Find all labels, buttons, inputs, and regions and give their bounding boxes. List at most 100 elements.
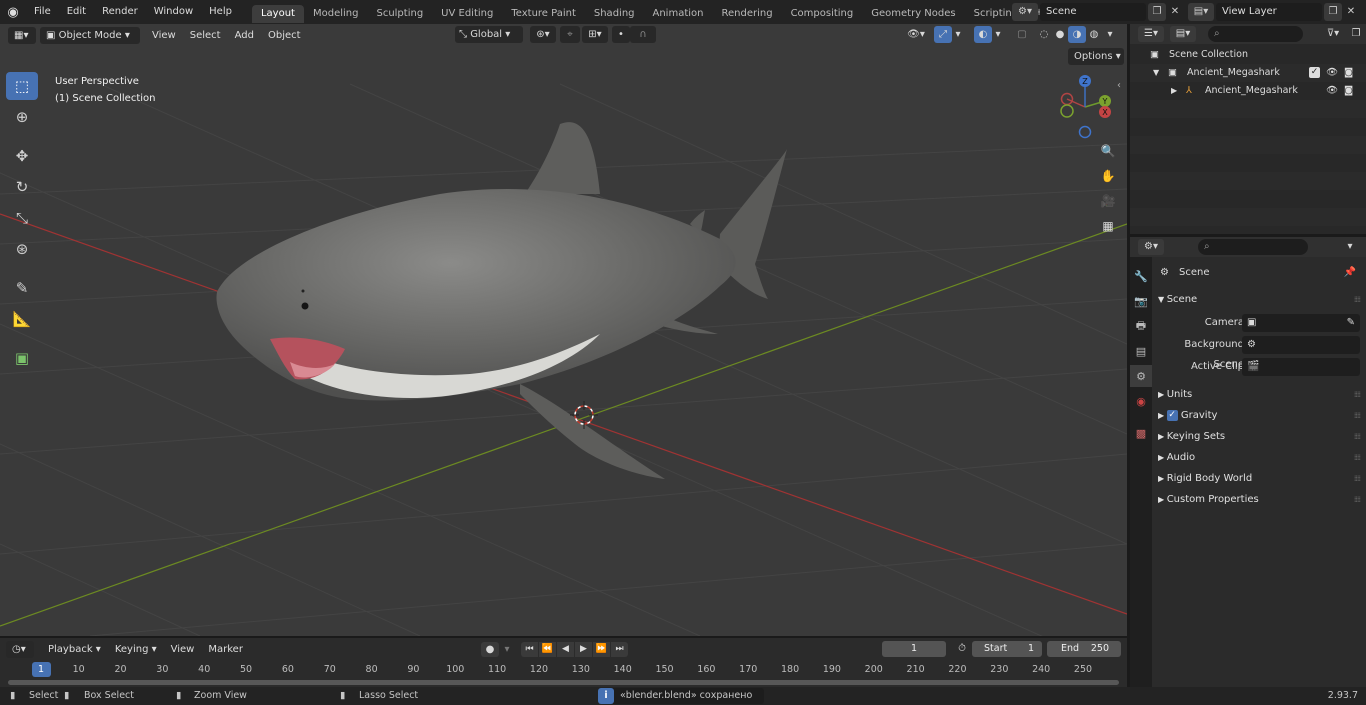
- select-box-tool-icon[interactable]: ⬚: [6, 72, 38, 100]
- expand-arrow-icon[interactable]: ▶: [1171, 82, 1177, 100]
- transform-orientation-dropdown[interactable]: ⤡ Global ▾: [455, 26, 523, 43]
- object-menu[interactable]: Object: [262, 27, 307, 44]
- tab-sculpting[interactable]: Sculpting: [367, 5, 432, 23]
- rotate-tool-icon[interactable]: ↻: [6, 173, 38, 201]
- menu-render[interactable]: Render: [94, 0, 146, 24]
- properties-editor-type-icon[interactable]: ⚙▾: [1138, 239, 1164, 255]
- gizmo-dropdown-icon[interactable]: ▾: [952, 26, 964, 43]
- world-tab-icon[interactable]: ◉: [1130, 390, 1152, 412]
- blender-logo-icon[interactable]: ◉: [0, 5, 26, 20]
- select-menu[interactable]: Select: [184, 27, 227, 44]
- gravity-checkbox[interactable]: ✓: [1166, 409, 1178, 421]
- record-options-icon[interactable]: ▾: [500, 642, 514, 657]
- shading-dropdown-icon[interactable]: ▾: [1104, 26, 1116, 43]
- current-frame-field[interactable]: 1: [882, 641, 946, 657]
- scale-tool-icon[interactable]: ⤡: [6, 204, 38, 232]
- add-menu[interactable]: Add: [229, 27, 260, 44]
- transform-tool-icon[interactable]: ⊛: [6, 235, 38, 263]
- stopwatch-icon[interactable]: ⏱: [954, 641, 970, 657]
- scene-panel-header[interactable]: ▼ Scene ⁞⁞⁞⁞: [1152, 289, 1366, 310]
- camera-render-icon[interactable]: ◙: [1344, 64, 1353, 82]
- viewport-scene[interactable]: Z Y X: [0, 24, 1127, 636]
- keying-menu[interactable]: Keying ▾: [109, 641, 163, 658]
- timeline-scrollbar[interactable]: [8, 680, 1119, 685]
- menu-help[interactable]: Help: [201, 0, 240, 24]
- properties-search-input[interactable]: ⌕: [1198, 239, 1308, 255]
- zoom-view-icon[interactable]: 🔍: [1097, 140, 1119, 162]
- status-message[interactable]: i «blender.blend» сохранено: [598, 688, 765, 704]
- 3d-viewport[interactable]: Z Y X ▦▾ ▣ Object Mode ▾ View Select Add…: [0, 24, 1127, 636]
- display-mode-icon[interactable]: ▤▾: [1170, 26, 1196, 42]
- view-layer-tab-icon[interactable]: ▤: [1130, 340, 1152, 362]
- marker-menu[interactable]: Marker: [202, 641, 249, 658]
- frame-ruler[interactable]: 1 10 20 30 40 50 60 70 80 90 100 110 120 130 140 150 160…: [0, 662, 1127, 678]
- add-cube-tool-icon[interactable]: ▣: [6, 344, 38, 372]
- texture-tab-icon[interactable]: ▩: [1130, 422, 1152, 444]
- tab-geometry-nodes[interactable]: Geometry Nodes: [862, 5, 964, 23]
- drag-handle-icon[interactable]: ⁞⁞⁞⁞: [1354, 289, 1361, 310]
- properties-options-icon[interactable]: ▾: [1340, 239, 1360, 255]
- object-mode-dropdown[interactable]: ▣ Object Mode ▾: [40, 26, 140, 44]
- delete-view-layer-icon[interactable]: ✕: [1342, 3, 1360, 21]
- outliner-row-collection[interactable]: ▼ ▣ Ancient_Megashark ✓ 👁 ◙: [1130, 64, 1366, 82]
- render-tab-icon[interactable]: 📷: [1130, 290, 1152, 312]
- snap-settings-button[interactable]: ⊞▾: [582, 26, 608, 43]
- output-tab-icon[interactable]: 🖶: [1130, 315, 1152, 337]
- gizmo-toggle-icon[interactable]: ⤢: [934, 26, 952, 43]
- new-scene-icon[interactable]: ❐: [1148, 3, 1166, 21]
- view-layer-selector[interactable]: View Layer: [1216, 3, 1322, 21]
- units-panel-header[interactable]: ▶ Units ⁞⁞⁞⁞: [1152, 384, 1366, 405]
- options-dropdown[interactable]: Options ▾: [1068, 48, 1124, 65]
- record-button[interactable]: ●: [481, 642, 499, 657]
- menu-edit[interactable]: Edit: [59, 0, 94, 24]
- drag-handle-icon[interactable]: ⁞⁞⁞⁞: [1354, 468, 1361, 489]
- visibility-dropdown[interactable]: 👁▾: [902, 26, 930, 43]
- tool-tab-icon[interactable]: 🔧: [1130, 265, 1152, 287]
- outliner-row-object[interactable]: ▶ ⅄ Ancient_Megashark 👁 ◙: [1130, 82, 1366, 100]
- outliner-row-scene-collection[interactable]: ▣ Scene Collection: [1130, 46, 1366, 64]
- keying-sets-panel-header[interactable]: ▶ Keying Sets ⁞⁞⁞⁞: [1152, 426, 1366, 447]
- audio-panel-header[interactable]: ▶ Audio ⁞⁞⁞⁞: [1152, 447, 1366, 468]
- annotate-tool-icon[interactable]: ✎: [6, 274, 38, 302]
- start-frame-field[interactable]: Start 1: [972, 641, 1042, 657]
- overlays-toggle-icon[interactable]: ◐: [974, 26, 992, 43]
- rigid-body-world-panel-header[interactable]: ▶ Rigid Body World ⁞⁞⁞⁞: [1152, 468, 1366, 489]
- outliner-search-input[interactable]: ⌕: [1208, 26, 1303, 42]
- scene-tab-icon[interactable]: ⚙: [1130, 365, 1152, 387]
- overlays-dropdown-icon[interactable]: ▾: [992, 26, 1004, 43]
- scene-selector[interactable]: Scene: [1040, 3, 1146, 21]
- next-keyframe-icon[interactable]: ⏩: [593, 642, 610, 657]
- drag-handle-icon[interactable]: ⁞⁞⁞⁞: [1354, 426, 1361, 447]
- drag-handle-icon[interactable]: ⁞⁞⁞⁞: [1354, 489, 1361, 510]
- camera-view-icon[interactable]: 🎥: [1097, 190, 1119, 212]
- shading-material-icon[interactable]: ◑: [1068, 26, 1086, 43]
- custom-properties-panel-header[interactable]: ▶ Custom Properties ⁞⁞⁞⁞: [1152, 489, 1366, 510]
- move-tool-icon[interactable]: ✥: [6, 142, 38, 170]
- menu-file[interactable]: File: [26, 0, 59, 24]
- view-layer-icon[interactable]: ▤▾: [1188, 3, 1214, 21]
- drag-handle-icon[interactable]: ⁞⁞⁞⁞: [1354, 405, 1361, 426]
- falloff-icon[interactable]: ∩: [630, 26, 656, 43]
- jump-end-icon[interactable]: ⏭: [611, 642, 628, 657]
- view-menu[interactable]: View: [146, 27, 182, 44]
- delete-scene-icon[interactable]: ✕: [1166, 3, 1184, 21]
- drag-handle-icon[interactable]: ⁞⁞⁞⁞: [1354, 447, 1361, 468]
- outliner-editor-type-icon[interactable]: ☰▾: [1138, 26, 1164, 42]
- editor-type-button[interactable]: ▦▾: [8, 26, 36, 44]
- shading-wireframe-icon[interactable]: ◌: [1036, 26, 1052, 43]
- snap-toggle-icon[interactable]: ⌖: [560, 26, 580, 43]
- tab-texture-paint[interactable]: Texture Paint: [502, 5, 585, 23]
- camera-render-icon[interactable]: ◙: [1344, 82, 1353, 100]
- jump-start-icon[interactable]: ⏮: [521, 642, 538, 657]
- gravity-panel-header[interactable]: ▶ ✓ Gravity ⁞⁞⁞⁞: [1152, 405, 1366, 426]
- expand-arrow-icon[interactable]: ▼: [1153, 64, 1159, 82]
- proportional-edit-icon[interactable]: •: [612, 26, 630, 43]
- perspective-toggle-icon[interactable]: ▦: [1097, 215, 1119, 237]
- play-icon[interactable]: ▶: [575, 642, 592, 657]
- active-clip-field[interactable]: 🎬: [1242, 358, 1360, 376]
- measure-tool-icon[interactable]: 📐: [6, 305, 38, 333]
- prev-keyframe-icon[interactable]: ⏪: [539, 642, 556, 657]
- tab-modeling[interactable]: Modeling: [304, 5, 368, 23]
- drag-handle-icon[interactable]: ⁞⁞⁞⁞: [1354, 384, 1361, 405]
- exclude-checkbox-icon[interactable]: ✓: [1309, 67, 1320, 78]
